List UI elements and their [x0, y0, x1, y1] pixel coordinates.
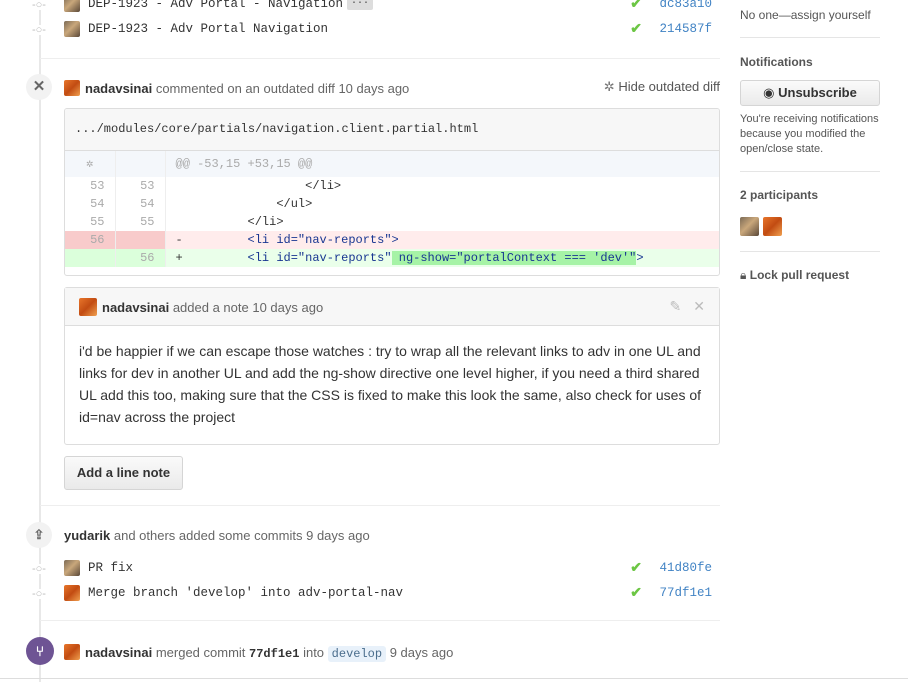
avatar[interactable] [64, 560, 80, 576]
branch-label[interactable]: develop [327, 646, 387, 662]
avatar[interactable] [64, 80, 80, 96]
unsubscribe-button[interactable]: ◉ Unsubscribe [740, 80, 880, 106]
status-check-icon[interactable]: ✔ [630, 584, 642, 601]
expand-ellipsis-button[interactable]: ··· [347, 0, 374, 10]
commit-row: -○- Merge branch 'develop' into adv-port… [0, 581, 720, 605]
commit-sha[interactable]: 41d80fe [659, 561, 712, 575]
participant-avatar[interactable] [740, 217, 759, 236]
add-line-note-button[interactable]: Add a line note [64, 456, 183, 490]
git-merge-icon: ⑂ [26, 637, 54, 665]
commit-dot-icon: -○- [32, 24, 46, 36]
note-body: i'd be happier if we can escape those wa… [79, 343, 702, 425]
avatar[interactable] [64, 585, 80, 601]
assignee-text[interactable]: No one—assign yourself [740, 8, 871, 22]
close-icon[interactable]: ✕ [693, 298, 705, 314]
notifications-reason: You're receiving notifications because y… [740, 113, 879, 155]
commit-dot-icon: -○- [32, 563, 46, 575]
commit-message[interactable]: DEP-1923 - Adv Portal Navigation [88, 22, 328, 36]
diff-file-path[interactable]: .../modules/core/partials/navigation.cli… [65, 109, 719, 151]
merge-event-header: nadavsinai merged commit 77df1e1 into de… [64, 644, 454, 662]
author-link[interactable]: nadavsinai [102, 300, 169, 315]
pencil-icon[interactable]: ✎ [670, 298, 682, 314]
diff-line[interactable]: 53 53 </li> [65, 177, 719, 195]
comment-event-header: nadavsinai commented on an outdated diff… [64, 80, 409, 96]
commit-sha[interactable]: 77df1e1 [659, 586, 712, 600]
author-link[interactable]: nadavsinai [85, 645, 152, 660]
status-check-icon[interactable]: ✔ [630, 20, 642, 37]
timestamp[interactable]: 9 days ago [306, 528, 370, 543]
avatar[interactable] [79, 298, 97, 316]
author-link[interactable]: nadavsinai [85, 81, 152, 96]
avatar[interactable] [64, 21, 80, 37]
commit-sha[interactable]: 214587f [659, 22, 712, 36]
timestamp[interactable]: 10 days ago [252, 300, 323, 315]
diff-line[interactable]: 54 54 </ul> [65, 195, 719, 213]
commit-dot-icon: -○- [32, 588, 46, 600]
lock-pull-request-link[interactable]: 🔒︎ Lock pull request [740, 268, 849, 283]
avatar[interactable] [64, 644, 80, 660]
hide-outdated-diff-button[interactable]: ✲ Hide outdated diff [604, 79, 720, 95]
hunk-header-row: ✲ @@ -53,15 +53,15 @@ [65, 151, 719, 177]
diff-line-added[interactable]: 56 + <li id="nav-reports" ng-show="porta… [65, 249, 719, 267]
note-tools: ✎ ✕ [658, 298, 705, 315]
commit-row: -○- DEP-1923 - Adv Portal Navigation ✔ 2… [0, 17, 720, 41]
diff-table: ✲ @@ -53,15 +53,15 @@ 53 53 </li> 54 54 … [65, 151, 719, 267]
commit-row: -○- DEP-1923 - Adv Portal - Navigation ··… [0, 0, 720, 16]
commits-event-header: yudarik and others added some commits 9 … [64, 528, 370, 543]
note-header: nadavsinai added a note 10 days ago ✎ ✕ [65, 288, 719, 326]
diff-highlight: ng-show="portalContext === 'dev'" [391, 251, 637, 265]
diff-line-deleted[interactable]: 56 - <li id="nav-reports"> [65, 231, 719, 249]
commit-dot-icon: -○- [32, 0, 46, 11]
status-check-icon[interactable]: ✔ [630, 0, 642, 12]
diff-line[interactable]: 55 55 </li> [65, 213, 719, 231]
fold-icon: ✲ [603, 79, 615, 94]
commit-message[interactable]: Merge branch 'develop' into adv-portal-n… [88, 586, 403, 600]
lock-icon: 🔒︎ [740, 268, 747, 282]
notifications-title: Notifications [740, 55, 813, 69]
commit-message[interactable]: PR fix [88, 561, 133, 575]
participants-title: 2 participants [740, 188, 819, 202]
divider [40, 58, 720, 59]
repo-push-icon: ⇪ [26, 522, 52, 548]
divider [740, 251, 880, 252]
line-note: nadavsinai added a note 10 days ago ✎ ✕ i… [64, 287, 720, 445]
status-check-icon[interactable]: ✔ [630, 559, 642, 576]
commit-sha[interactable]: dc83a10 [659, 0, 712, 11]
expand-icon[interactable]: ✲ [65, 151, 116, 177]
hunk-header: @@ -53,15 +53,15 @@ [165, 151, 719, 177]
participant-avatar[interactable] [763, 217, 782, 236]
divider [740, 171, 880, 172]
avatar[interactable] [64, 0, 80, 12]
diff-box: .../modules/core/partials/navigation.cli… [64, 108, 720, 276]
commit-message[interactable]: DEP-1923 - Adv Portal - Navigation ··· [88, 0, 374, 11]
bottom-border [0, 678, 908, 679]
eye-icon: ◉ [763, 85, 775, 100]
timestamp[interactable]: 10 days ago [338, 81, 409, 96]
timestamp[interactable]: 9 days ago [390, 645, 454, 660]
author-link[interactable]: yudarik [64, 528, 110, 543]
close-icon[interactable]: ✕ [26, 74, 52, 100]
divider [40, 620, 720, 621]
commit-sha-link[interactable]: 77df1e1 [249, 647, 299, 661]
divider [40, 505, 720, 506]
commit-row: -○- PR fix ✔ 41d80fe [0, 556, 720, 580]
divider [740, 37, 880, 38]
